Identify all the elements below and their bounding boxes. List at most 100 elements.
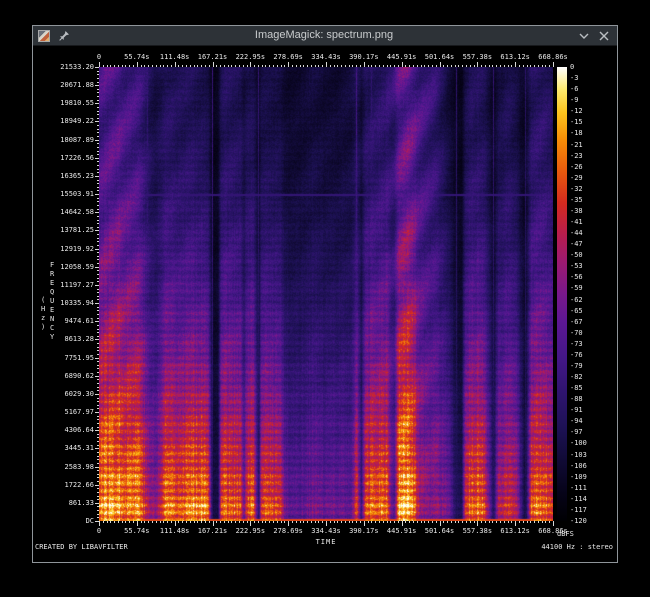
axis-minor-tick xyxy=(97,223,99,224)
axis-minor-tick xyxy=(235,65,236,67)
spectrogram-canvas[interactable] xyxy=(99,67,553,521)
format-text: 44100 Hz : stereo xyxy=(541,543,613,551)
axis-minor-tick xyxy=(197,521,198,523)
axis-minor-tick xyxy=(97,285,99,286)
axis-minor-tick xyxy=(417,521,418,523)
axis-minor-tick xyxy=(97,474,99,475)
axis-minor-tick xyxy=(500,521,501,523)
axis-minor-tick xyxy=(118,521,119,523)
spectrum-image: 055.74s111.48s167.21s222.95s278.69s334.4… xyxy=(33,46,617,562)
db-tick-label: -41 xyxy=(570,218,583,226)
axis-minor-tick xyxy=(97,441,99,442)
axis-minor-tick xyxy=(213,65,214,67)
axis-minor-tick xyxy=(330,521,331,523)
axis-minor-tick xyxy=(97,496,99,497)
axis-minor-tick xyxy=(428,65,429,67)
db-tick-label: -100 xyxy=(570,439,587,447)
db-tick-label: -47 xyxy=(570,240,583,248)
frequency-axis-unit-char: H xyxy=(41,305,45,313)
axis-minor-tick xyxy=(345,521,346,523)
axis-minor-tick xyxy=(213,521,214,523)
axis-minor-tick xyxy=(474,65,475,67)
pin-icon[interactable] xyxy=(58,30,70,42)
axis-minor-tick xyxy=(175,521,176,523)
freq-tick-label: 14642.58 xyxy=(50,208,94,216)
axis-minor-tick xyxy=(97,339,99,340)
freq-tick-label: 5167.97 xyxy=(50,408,94,416)
shade-button[interactable] xyxy=(578,30,590,42)
axis-minor-tick xyxy=(97,459,99,460)
axis-minor-tick xyxy=(489,65,490,67)
axis-minor-tick xyxy=(352,65,353,67)
freq-tick-label: 15503.91 xyxy=(50,190,94,198)
db-tick-label: -82 xyxy=(570,373,583,381)
axis-minor-tick xyxy=(160,521,161,523)
close-button[interactable] xyxy=(598,30,610,42)
axis-minor-tick xyxy=(114,65,115,67)
axis-minor-tick xyxy=(269,521,270,523)
axis-minor-tick xyxy=(97,448,99,449)
axis-minor-tick xyxy=(455,521,456,523)
db-tick-label: -120 xyxy=(570,517,587,525)
axis-minor-tick xyxy=(527,521,528,523)
axis-minor-tick xyxy=(368,65,369,67)
axis-minor-tick xyxy=(97,405,99,406)
titlebar[interactable]: ImageMagick: spectrum.png xyxy=(33,26,617,46)
axis-minor-tick xyxy=(97,125,99,126)
axis-minor-tick xyxy=(97,74,99,75)
freq-tick-label: 1722.66 xyxy=(50,481,94,489)
axis-minor-tick xyxy=(409,65,410,67)
axis-minor-tick xyxy=(97,198,99,199)
time-tick-label: 501.64s xyxy=(425,527,455,535)
axis-minor-tick xyxy=(243,65,244,67)
freq-tick-label: DC xyxy=(50,517,94,525)
axis-minor-tick xyxy=(163,521,164,523)
app-icon[interactable] xyxy=(38,30,50,42)
axis-minor-tick xyxy=(368,521,369,523)
axis-minor-tick xyxy=(97,310,99,311)
db-tick-label: -73 xyxy=(570,340,583,348)
time-tick-label: 390.17s xyxy=(349,527,379,535)
axis-minor-tick xyxy=(474,521,475,523)
freq-tick-label: 17226.56 xyxy=(50,154,94,162)
axis-minor-tick xyxy=(553,65,554,67)
axis-minor-tick xyxy=(281,521,282,523)
axis-minor-tick xyxy=(97,100,99,101)
axis-minor-tick xyxy=(148,65,149,67)
axis-minor-tick xyxy=(97,172,99,173)
freq-tick-label: 3445.31 xyxy=(50,444,94,452)
axis-minor-tick xyxy=(466,521,467,523)
axis-minor-tick xyxy=(334,65,335,67)
axis-minor-tick xyxy=(549,65,550,67)
desktop: { "window": { "title": "ImageMagick: spe… xyxy=(0,0,650,597)
time-tick-label: 390.17s xyxy=(349,53,379,61)
axis-minor-tick xyxy=(542,521,543,523)
freq-tick-label: 12058.59 xyxy=(50,263,94,271)
axis-minor-tick xyxy=(458,521,459,523)
axis-minor-tick xyxy=(97,194,99,195)
axis-minor-tick xyxy=(413,521,414,523)
axis-minor-tick xyxy=(322,521,323,523)
axis-minor-tick xyxy=(97,259,99,260)
frequency-axis-title-char: C xyxy=(50,324,54,332)
db-tick-label: -111 xyxy=(570,484,587,492)
axis-minor-tick xyxy=(175,65,176,67)
axis-minor-tick xyxy=(553,521,554,523)
frequency-axis-unit-char: ) xyxy=(41,323,45,331)
axis-minor-tick xyxy=(307,521,308,523)
db-tick-label: 0 xyxy=(570,63,574,71)
axis-minor-tick xyxy=(201,65,202,67)
axis-minor-tick xyxy=(197,65,198,67)
axis-minor-tick xyxy=(97,517,99,518)
axis-minor-tick xyxy=(122,65,123,67)
axis-minor-tick xyxy=(485,521,486,523)
db-tick-label: -12 xyxy=(570,107,583,115)
time-tick-label: 334.43s xyxy=(311,527,341,535)
time-tick-label: 278.69s xyxy=(273,527,303,535)
axis-minor-tick xyxy=(97,252,99,253)
axis-minor-tick xyxy=(97,220,99,221)
axis-minor-tick xyxy=(371,65,372,67)
axis-minor-tick xyxy=(97,292,99,293)
axis-minor-tick xyxy=(300,65,301,67)
axis-minor-tick xyxy=(97,419,99,420)
